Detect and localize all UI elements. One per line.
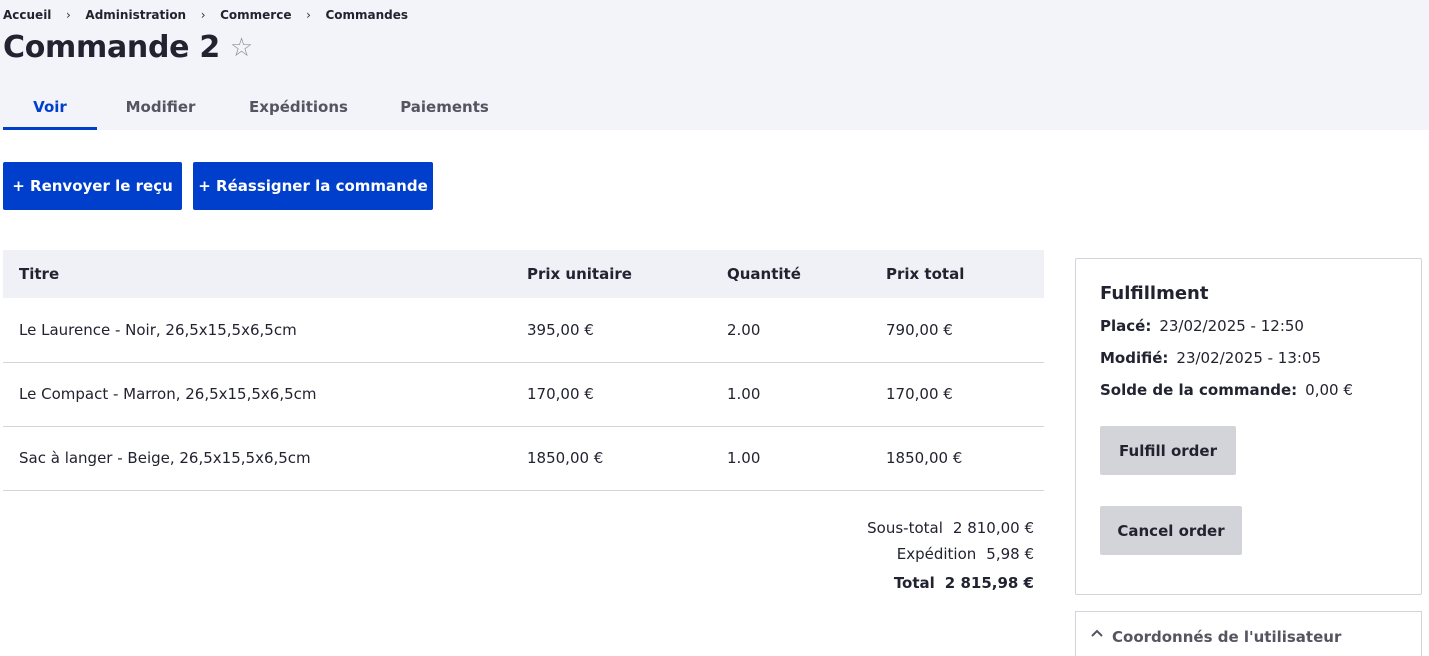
balance-label: Solde de la commande: <box>1100 381 1298 399</box>
item-quantity: 1.00 <box>711 362 870 427</box>
column-header-title: Titre <box>19 265 60 283</box>
fulfillment-title: Fulfillment <box>1100 283 1209 304</box>
breadcrumb-commerce[interactable]: Commerce <box>220 8 291 22</box>
order-items-table: Titre Prix unitaire Quantité Prix total … <box>3 250 1044 491</box>
table-row: Le Compact - Marron, 26,5x15,5x6,5cm 170… <box>3 362 1044 427</box>
shipping-row: Expédition 5,98 € <box>867 542 1034 568</box>
item-title: Le Laurence - Noir, 26,5x15,5x6,5cm <box>3 298 511 363</box>
column-header-quantity: Quantité <box>727 265 801 283</box>
modified-row: Modifié: 23/02/2025 - 13:05 <box>1100 349 1321 367</box>
item-title: Sac à langer - Beige, 26,5x15,5x6,5cm <box>3 426 511 491</box>
item-unit-price: 1850,00 € <box>511 426 711 491</box>
placed-label: Placé: <box>1100 317 1152 335</box>
modified-value: 23/02/2025 - 13:05 <box>1176 349 1322 367</box>
chevron-up-icon <box>1090 626 1104 642</box>
column-header-unit-price: Prix unitaire <box>527 265 632 283</box>
breadcrumb-administration[interactable]: Administration <box>85 8 186 22</box>
resend-receipt-button[interactable]: + Renvoyer le reçu <box>3 162 182 210</box>
modified-label: Modifié: <box>1100 349 1169 367</box>
balance-row: Solde de la commande: 0,00 € <box>1100 381 1353 399</box>
item-total-price: 1850,00 € <box>870 426 1044 491</box>
tab-expeditions[interactable]: Expéditions <box>224 86 373 130</box>
shipping-value: 5,98 € <box>986 545 1034 563</box>
total-row: Total 2 815,98 € <box>867 568 1034 596</box>
cancel-order-button[interactable]: Cancel order <box>1100 506 1242 555</box>
page-header: Accueil › Administration › Commerce › Co… <box>0 0 1429 130</box>
page-title-row: Commande 2 ☆ <box>3 30 253 65</box>
item-quantity: 1.00 <box>711 426 870 491</box>
breadcrumb-separator-icon: › <box>306 8 311 22</box>
reassign-order-button[interactable]: + Réassigner la commande <box>193 162 433 210</box>
item-total-price: 170,00 € <box>870 362 1044 427</box>
subtotal-row: Sous-total 2 810,00 € <box>867 516 1034 542</box>
fulfillment-panel: Fulfillment Placé: 23/02/2025 - 12:50 Mod… <box>1075 258 1422 595</box>
tab-paiements[interactable]: Paiements <box>373 86 516 130</box>
placed-value: 23/02/2025 - 12:50 <box>1159 317 1304 335</box>
total-value: 2 815,98 € <box>944 574 1034 592</box>
total-label: Total <box>893 574 935 592</box>
breadcrumb-separator-icon: › <box>200 8 206 22</box>
fulfill-order-button[interactable]: Fulfill order <box>1100 426 1236 475</box>
user-details-label: Coordonnés de l'utilisateur <box>1112 628 1342 646</box>
breadcrumb: Accueil › Administration › Commerce › Co… <box>3 8 408 22</box>
column-header-total-price: Prix total <box>886 265 965 283</box>
breadcrumb-commandes[interactable]: Commandes <box>325 8 408 22</box>
table-row: Le Laurence - Noir, 26,5x15,5x6,5cm 395,… <box>3 298 1044 363</box>
item-quantity: 2.00 <box>711 298 870 363</box>
table-header-row: Titre Prix unitaire Quantité Prix total <box>3 250 1044 298</box>
shipping-label: Expédition <box>896 545 977 563</box>
page-title: Commande 2 <box>3 30 220 65</box>
tab-bar: Voir Modifier Expéditions Paiements <box>3 86 516 130</box>
breadcrumb-separator-icon: › <box>66 8 71 22</box>
table-row: Sac à langer - Beige, 26,5x15,5x6,5cm 18… <box>3 426 1044 491</box>
tab-voir[interactable]: Voir <box>3 86 97 130</box>
item-total-price: 790,00 € <box>870 298 1044 363</box>
tab-modifier[interactable]: Modifier <box>97 86 224 130</box>
breadcrumb-accueil[interactable]: Accueil <box>3 8 51 22</box>
placed-row: Placé: 23/02/2025 - 12:50 <box>1100 317 1304 335</box>
item-unit-price: 170,00 € <box>511 362 711 427</box>
star-outline-icon[interactable]: ☆ <box>230 35 253 61</box>
subtotal-value: 2 810,00 € <box>952 519 1034 537</box>
item-unit-price: 395,00 € <box>511 298 711 363</box>
subtotal-label: Sous-total <box>867 519 943 537</box>
balance-value: 0,00 € <box>1305 381 1353 399</box>
item-title: Le Compact - Marron, 26,5x15,5x6,5cm <box>3 362 511 427</box>
user-details-accordion[interactable]: Coordonnés de l'utilisateur <box>1075 611 1422 656</box>
order-totals: Sous-total 2 810,00 € Expédition 5,98 € To… <box>867 516 1034 596</box>
